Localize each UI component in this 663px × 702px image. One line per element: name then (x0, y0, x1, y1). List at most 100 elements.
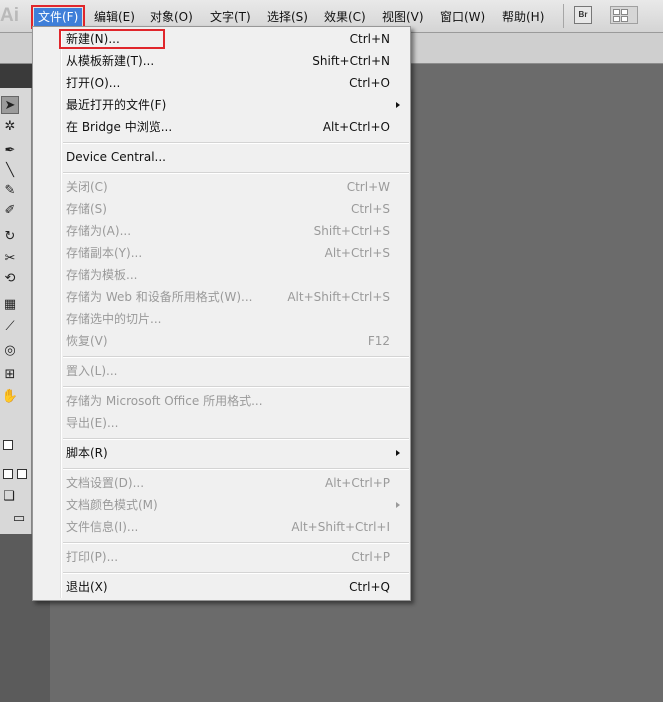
hand-tool-icon[interactable]: ✋ (1, 388, 19, 406)
menu-item-save-for-web[interactable]: 存储为 Web 和设备所用格式(W)... Alt+Shift+Ctrl+S (33, 286, 410, 308)
menu-item-label: 打印(P)... (66, 550, 119, 564)
menu-item-close[interactable]: 关闭(C) Ctrl+W (33, 176, 410, 198)
symbol-sprayer-tool-icon[interactable]: ◎ (1, 342, 19, 360)
workspace-switcher-icon[interactable] (610, 6, 638, 24)
menu-item-label: 最近打开的文件(F) (66, 98, 167, 112)
menu-separator (63, 356, 409, 358)
menu-item-scripts[interactable]: 脚本(R) (33, 442, 410, 464)
menu-item-open-recent[interactable]: 最近打开的文件(F) (33, 94, 410, 116)
mesh-tool-icon[interactable]: ▦ (1, 296, 19, 314)
menu-separator (63, 386, 409, 388)
menu-window[interactable]: 窗口(W) (440, 8, 485, 26)
fill-swatch[interactable] (3, 440, 13, 450)
menu-separator (63, 468, 409, 470)
menu-item-label: 置入(L)... (66, 364, 118, 378)
menu-item-new-from-template[interactable]: 从模板新建(T)... Shift+Ctrl+N (33, 50, 410, 72)
menu-item-shortcut: Ctrl+O (349, 76, 390, 90)
menu-item-save-as-template[interactable]: 存储为模板... (33, 264, 410, 286)
menu-item-shortcut: Alt+Ctrl+O (322, 120, 390, 134)
menu-item-document-color-mode[interactable]: 文档颜色模式(M) (33, 494, 410, 516)
menu-help[interactable]: 帮助(H) (502, 8, 544, 26)
menu-separator (63, 142, 409, 144)
menu-item-shortcut: Ctrl+Q (349, 580, 390, 594)
menu-item-label: 脚本(R) (66, 446, 108, 460)
menu-item-label: 从模板新建(T)... (66, 54, 155, 68)
menu-type[interactable]: 文字(T) (210, 8, 251, 26)
menu-item-label: 打开(O)... (66, 76, 121, 90)
bridge-button[interactable]: Br (574, 6, 592, 24)
paintbrush-tool-icon[interactable]: ✎ (1, 182, 19, 200)
menu-item-label: 关闭(C) (66, 180, 108, 194)
menubar-divider (563, 4, 564, 28)
menu-item-shortcut: Alt+Shift+Ctrl+I (291, 520, 390, 534)
menu-item-save-copy[interactable]: 存储副本(Y)... Alt+Ctrl+S (33, 242, 410, 264)
rotate-tool-icon[interactable]: ↻ (1, 228, 19, 246)
menu-item-shortcut: Alt+Shift+Ctrl+S (287, 290, 390, 304)
menu-item-save-for-office[interactable]: 存储为 Microsoft Office 所用格式... (33, 390, 410, 412)
menu-item-label: 存储为 Microsoft Office 所用格式... (66, 394, 263, 408)
menu-item-label: 存储为模板... (66, 268, 138, 282)
menu-object[interactable]: 对象(O) (150, 8, 193, 26)
menu-item-print[interactable]: 打印(P)... Ctrl+P (33, 546, 410, 568)
menu-item-export[interactable]: 导出(E)... (33, 412, 410, 434)
submenu-arrow-icon (396, 102, 400, 108)
artboard-tool-icon[interactable]: ⊞ (1, 366, 19, 384)
menu-item-save[interactable]: 存储(S) Ctrl+S (33, 198, 410, 220)
magic-wand-tool-icon[interactable]: ✲ (1, 118, 19, 136)
menu-select[interactable]: 选择(S) (267, 8, 308, 26)
menu-item-label: 恢复(V) (66, 334, 108, 348)
menu-separator (63, 438, 409, 440)
menu-item-save-selected-slices[interactable]: 存储选中的切片... (33, 308, 410, 330)
menu-separator (63, 542, 409, 544)
menu-item-open[interactable]: 打开(O)... Ctrl+O (33, 72, 410, 94)
warp-tool-icon[interactable]: ✂ (1, 250, 19, 268)
menu-item-exit[interactable]: 退出(X) Ctrl+Q (33, 576, 410, 598)
menu-item-shortcut: Alt+Ctrl+S (324, 246, 390, 260)
menu-view[interactable]: 视图(V) (382, 8, 424, 26)
file-menu-dropdown: 新建(N)... Ctrl+N 从模板新建(T)... Shift+Ctrl+N… (32, 26, 411, 601)
menu-item-label: 存储副本(Y)... (66, 246, 143, 260)
menu-item-label: 存储为(A)... (66, 224, 132, 238)
pen-tool-icon[interactable]: ✒ (1, 142, 19, 160)
menu-item-label: 退出(X) (66, 580, 108, 594)
menu-item-shortcut: Ctrl+P (351, 550, 390, 564)
menu-separator (63, 572, 409, 574)
menu-item-label: 存储选中的切片... (66, 312, 162, 326)
menu-item-label: 存储为 Web 和设备所用格式(W)... (66, 290, 253, 304)
toolbox-panel: ➤ ✲ ✒ ╲ ✎ ✐ ↻ ✂ ⟲ ▦ ⟋ ◎ ⊞ ✋ ❑ ▭ (0, 64, 32, 534)
menu-item-document-setup[interactable]: 文档设置(D)... Alt+Ctrl+P (33, 472, 410, 494)
menu-item-shortcut: Ctrl+W (346, 180, 390, 194)
draw-inside-icon[interactable]: ❑ (0, 488, 18, 506)
submenu-arrow-icon (396, 502, 400, 508)
menu-separator (63, 172, 409, 174)
menu-item-label: 新建(N)... (66, 32, 120, 46)
blob-brush-tool-icon[interactable]: ✐ (1, 202, 19, 220)
line-tool-icon[interactable]: ╲ (1, 162, 19, 180)
menu-file[interactable]: 文件(F) (30, 5, 86, 29)
menu-item-browse-in-bridge[interactable]: 在 Bridge 中浏览... Alt+Ctrl+O (33, 116, 410, 138)
menu-item-new[interactable]: 新建(N)... Ctrl+N (33, 28, 410, 50)
menu-item-shortcut: Shift+Ctrl+S (313, 224, 390, 238)
menu-item-label: 导出(E)... (66, 416, 119, 430)
draw-behind-icon[interactable] (17, 469, 27, 479)
free-transform-tool-icon[interactable]: ⟲ (1, 270, 19, 288)
eyedropper-tool-icon[interactable]: ⟋ (1, 318, 19, 336)
selection-tool-icon[interactable]: ➤ (1, 96, 19, 114)
menu-item-device-central[interactable]: Device Central... (33, 146, 410, 168)
menu-item-label: Device Central... (66, 150, 166, 164)
menu-item-shortcut: Ctrl+N (349, 32, 390, 46)
submenu-arrow-icon (396, 450, 400, 456)
menu-item-shortcut: F12 (367, 334, 390, 348)
menu-item-label: 文档设置(D)... (66, 476, 145, 490)
draw-normal-icon[interactable] (3, 469, 13, 479)
menu-item-shortcut: Alt+Ctrl+P (325, 476, 390, 490)
toolbox-header (0, 64, 32, 88)
menu-item-revert[interactable]: 恢复(V) F12 (33, 330, 410, 352)
menu-item-save-as[interactable]: 存储为(A)... Shift+Ctrl+S (33, 220, 410, 242)
menu-item-place[interactable]: 置入(L)... (33, 360, 410, 382)
menu-effect[interactable]: 效果(C) (324, 8, 366, 26)
screen-mode-icon[interactable]: ▭ (10, 510, 28, 528)
app-logo: Ai (0, 5, 19, 26)
menu-edit[interactable]: 编辑(E) (94, 8, 135, 26)
menu-item-file-info[interactable]: 文件信息(I)... Alt+Shift+Ctrl+I (33, 516, 410, 538)
